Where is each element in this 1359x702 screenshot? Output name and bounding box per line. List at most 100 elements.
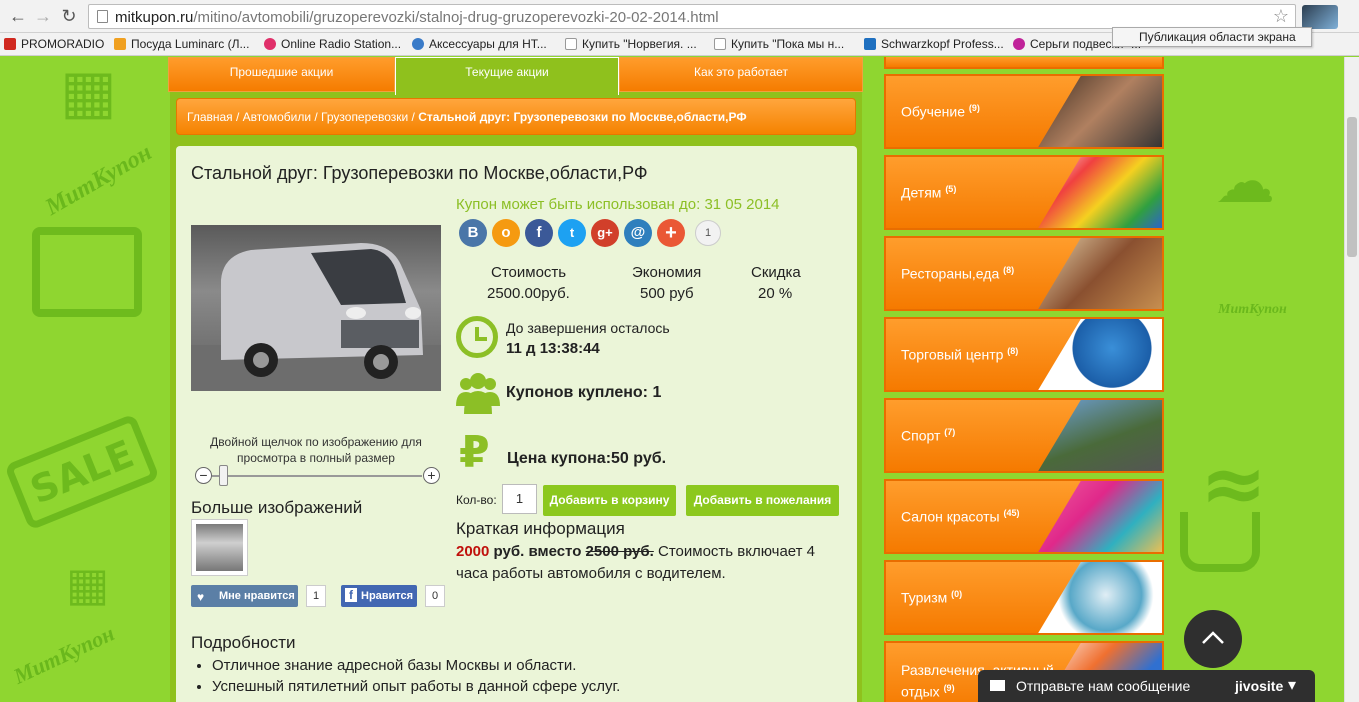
category-shopping[interactable]: Торговый центр (8) <box>884 317 1164 392</box>
tab-past-deals[interactable]: Прошедшие акции <box>168 57 395 92</box>
twitter-share-icon[interactable]: t <box>558 219 586 247</box>
vk-share-icon[interactable]: В <box>459 219 487 247</box>
brief-mid: руб. вместо <box>489 543 586 560</box>
more-share-icon[interactable]: + <box>657 219 685 247</box>
category-restaurants[interactable]: Рестораны,еда (8) <box>884 236 1164 311</box>
qty-label: Кол-во: <box>456 493 497 507</box>
bookmark-item[interactable]: Аксессуары для НТ... <box>412 37 547 53</box>
vk-like-count: 1 <box>306 585 326 607</box>
category-education[interactable]: Обучение (9) <box>884 74 1164 149</box>
facebook-share-icon[interactable]: f <box>525 219 553 247</box>
bookmark-item[interactable]: PROMORADIO <box>4 37 104 53</box>
details-heading: Подробности <box>191 633 296 652</box>
bookmark-item[interactable]: Купить "Норвегия. ... <box>565 37 697 53</box>
tourism-image <box>1037 562 1162 633</box>
brief-heading: Краткая информация <box>456 519 625 538</box>
category-label: Торговый центр (8) <box>901 346 1019 363</box>
more-images-heading: Больше изображений <box>191 498 363 517</box>
zoom-in-button[interactable]: + <box>423 467 440 484</box>
envelope-icon <box>990 680 1005 691</box>
facebook-icon: f <box>345 588 357 602</box>
schwarzkopf-icon <box>864 38 876 50</box>
details-list: Отличное знание адресной базы Москвы и о… <box>212 655 620 697</box>
education-image <box>1037 76 1162 147</box>
address-bar[interactable]: mitkupon.ru/mitino/avtomobili/gruzoperev… <box>88 4 1296 29</box>
watermark: МитКупон <box>1218 302 1287 317</box>
discount-label: Скидка <box>751 264 801 281</box>
dishes-icon <box>114 38 126 50</box>
zoom-slider-thumb[interactable] <box>219 465 228 486</box>
tooltip: Публикация области экрана <box>1112 27 1312 47</box>
category-label: Туризм (0) <box>901 589 963 606</box>
category-label: Обучение (9) <box>901 103 980 120</box>
watermark: МитКупон <box>41 139 157 221</box>
basket-icon: ▦ <box>60 57 117 127</box>
reload-button[interactable]: ↻ <box>59 6 79 26</box>
scroll-thumb[interactable] <box>1347 117 1357 257</box>
add-to-cart-button[interactable]: Добавить в корзину <box>543 485 676 516</box>
ok-share-icon[interactable]: о <box>492 219 520 247</box>
sport-image <box>1037 400 1162 471</box>
qty-input[interactable]: 1 <box>502 484 537 514</box>
tab-how-it-works[interactable]: Как это работает <box>619 57 863 92</box>
saving-value: 500 руб <box>640 285 694 302</box>
kids-image <box>1037 157 1162 228</box>
deal-photo[interactable] <box>191 225 441 391</box>
vk-like-button[interactable]: Мне нравится <box>191 585 298 607</box>
chat-close-icon[interactable]: ▾ <box>1288 675 1296 695</box>
clock-icon <box>456 316 498 358</box>
mail-share-icon[interactable]: @ <box>624 219 652 247</box>
page-scrollbar[interactable] <box>1344 57 1359 702</box>
bookmark-star-icon[interactable]: ☆ <box>1273 6 1289 27</box>
category-kids[interactable]: Детям (5) <box>884 155 1164 230</box>
url-text: mitkupon.ru/mitino/avtomobili/gruzoperev… <box>115 9 719 26</box>
new-price: 2000 <box>456 543 490 560</box>
deal-tabs: Прошедшие акции Текущие акции Как это ра… <box>168 57 863 95</box>
fb-like-count: 0 <box>425 585 445 607</box>
breadcrumb-path[interactable]: Главная / Автомобили / Грузоперевозки / <box>187 110 418 124</box>
old-price: 2500 руб. <box>585 543 654 560</box>
coupons-bought: Купонов куплено: 1 <box>506 384 662 401</box>
category-sport[interactable]: Спорт (7) <box>884 398 1164 473</box>
chat-widget[interactable]: Отправьте нам сообщение jivosite ▾ <box>978 670 1315 702</box>
people-icon <box>456 373 500 414</box>
sale-tag-icon: SALE <box>3 413 161 531</box>
bookmark-item[interactable]: Online Radio Station... <box>264 37 401 53</box>
zoom-hint: Двойной щелчок по изображению для просмо… <box>210 435 422 465</box>
category-label: Рестораны,еда (8) <box>901 265 1015 282</box>
page-icon <box>565 38 577 50</box>
google-plus-share-icon[interactable]: g+ <box>591 219 619 247</box>
chevron-up-icon <box>1202 631 1224 644</box>
ruble-icon: ₽ <box>459 427 490 478</box>
chat-label: Отправьте нам сообщение <box>1016 678 1191 694</box>
tab-current-deals[interactable]: Текущие акции <box>395 57 619 95</box>
bookmark-item[interactable]: Schwarzkopf Profess... <box>864 37 1004 53</box>
scroll-to-top-button[interactable] <box>1184 610 1242 668</box>
category-beauty[interactable]: Салон красоты (45) <box>884 479 1164 554</box>
category-partial[interactable] <box>884 57 1164 69</box>
add-to-wishlist-button[interactable]: Добавить в пожелания <box>686 485 839 516</box>
forward-button[interactable]: → <box>33 6 53 26</box>
beauty-image <box>1037 481 1162 552</box>
back-button[interactable]: ← <box>8 6 28 26</box>
bookmark-item[interactable]: Посуда Luminarc (Л... <box>114 37 249 53</box>
details-item: Отличное знание адресной базы Москвы и о… <box>212 655 620 676</box>
saving-label: Экономия <box>632 264 702 281</box>
zoom-slider-track[interactable] <box>212 475 422 477</box>
basket-icon: ▦ <box>66 557 110 611</box>
radio-icon <box>4 38 16 50</box>
category-label: Спорт (7) <box>901 427 956 444</box>
van-image <box>191 243 441 391</box>
extension-icon[interactable] <box>1302 5 1338 29</box>
coupon-price: Цена купона:50 руб. <box>507 450 667 467</box>
category-tourism[interactable]: Туризм (0) <box>884 560 1164 635</box>
van-thumbnail <box>196 524 243 571</box>
shopping-image <box>1037 319 1162 390</box>
discount-value: 20 % <box>758 285 793 302</box>
chat-brand: jivosite <box>1235 678 1284 694</box>
bookmark-item[interactable]: Купить "Пока мы н... <box>714 37 844 53</box>
wallet-icon <box>32 227 142 317</box>
deal-title: Стальной друг: Грузоперевозки по Москве,… <box>191 163 648 183</box>
image-thumbnail[interactable] <box>191 519 248 576</box>
zoom-out-button[interactable]: − <box>195 467 212 484</box>
